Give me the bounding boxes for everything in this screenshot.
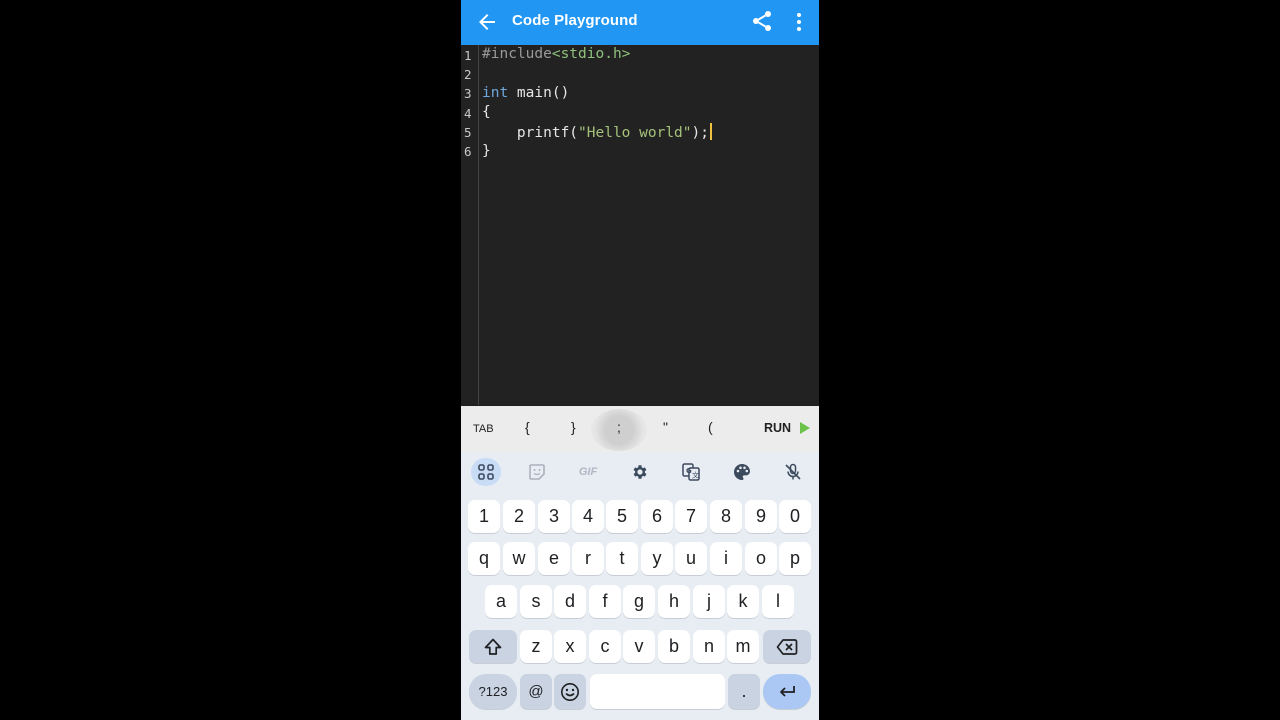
play-icon[interactable] [800,422,810,434]
share-icon[interactable] [750,9,774,33]
string-token: "Hello world" [578,125,692,141]
paren-open-key[interactable]: ( [708,419,713,435]
key-d[interactable]: d [554,585,586,618]
more-vert-icon[interactable] [789,10,809,34]
line-number: 1 [464,48,472,63]
key-p[interactable]: p [779,542,811,575]
key-m[interactable]: m [727,630,759,663]
key-v[interactable]: v [623,630,655,663]
back-arrow-icon[interactable] [475,10,499,34]
text-cursor [710,123,712,140]
symbols-key[interactable]: ?123 [469,674,517,709]
key-r[interactable]: r [572,542,604,575]
keyword-token: int [482,85,509,101]
symbol-bar: TAB { } ; " ( RUN [461,406,819,452]
emoji-icon [561,682,579,701]
key-j[interactable]: j [693,585,725,618]
key-6[interactable]: 6 [641,500,673,533]
key-7[interactable]: 7 [675,500,707,533]
apps-grid-icon[interactable] [471,458,501,486]
key-1[interactable]: 1 [468,500,500,533]
key-b[interactable]: b [658,630,690,663]
key-q[interactable]: q [468,542,500,575]
code-text: ); [691,125,709,141]
key-8[interactable]: 8 [710,500,742,533]
sticker-icon[interactable] [522,460,552,484]
period-key[interactable]: . [728,674,760,709]
code-line-6: } [482,143,491,159]
line-number: 5 [464,125,472,140]
key-h[interactable]: h [658,585,690,618]
code-line-5: printf("Hello world"); [482,123,712,141]
line-number: 4 [464,106,472,121]
mic-off-icon[interactable] [778,460,808,484]
key-y[interactable]: y [641,542,673,575]
key-x[interactable]: x [554,630,586,663]
key-c[interactable]: c [589,630,621,663]
key-u[interactable]: u [675,542,707,575]
code-text: main() [508,85,570,101]
key-a[interactable]: a [485,585,517,618]
code-editor[interactable]: 1 2 3 4 5 6 #include<stdio.h> int main()… [461,45,819,405]
backspace-key[interactable] [763,630,811,663]
tab-key[interactable]: TAB [473,423,494,435]
palette-icon[interactable] [727,460,757,484]
gutter-divider [478,45,479,405]
shift-key[interactable] [469,630,517,663]
key-s[interactable]: s [520,585,552,618]
run-button[interactable]: RUN [764,421,791,435]
at-key[interactable]: @ [520,674,552,709]
key-9[interactable]: 9 [745,500,777,533]
app-bar: Code Playground [461,0,819,45]
code-text: printf( [482,125,579,141]
key-i[interactable]: i [710,542,742,575]
key-w[interactable]: w [503,542,535,575]
key-k[interactable]: k [727,585,759,618]
code-line-1: #include<stdio.h> [482,46,630,62]
key-e[interactable]: e [538,542,570,575]
preprocessor-token: #include [482,46,552,62]
svg-text:文: 文 [692,471,699,480]
key-l[interactable]: l [762,585,794,618]
enter-icon [780,685,795,697]
key-0[interactable]: 0 [779,500,811,533]
key-g[interactable]: g [623,585,655,618]
settings-icon[interactable] [625,460,655,484]
key-t[interactable]: t [606,542,638,575]
backspace-icon [776,638,798,655]
line-number: 3 [464,86,472,101]
translate-icon[interactable]: G文 [676,460,706,484]
semicolon-key[interactable]: ; [617,419,621,435]
key-z[interactable]: z [520,630,552,663]
key-5[interactable]: 5 [606,500,638,533]
shift-icon [484,638,502,655]
emoji-key[interactable] [554,674,586,709]
phone-screen: Code Playground 1 2 3 4 5 6 #include<std… [461,0,819,720]
code-line-3: int main() [482,85,569,101]
enter-key[interactable] [763,674,811,709]
app-title: Code Playground [512,12,638,29]
soft-keyboard: GIF G文 1 2 3 4 5 6 7 8 9 0 q w e r t y u… [461,452,819,720]
include-path-token: <stdio.h> [551,46,631,62]
code-line-4: { [482,104,491,120]
gif-icon[interactable]: GIF [573,460,603,484]
key-3[interactable]: 3 [538,500,570,533]
key-2[interactable]: 2 [503,500,535,533]
brace-open-key[interactable]: { [525,419,530,435]
key-4[interactable]: 4 [572,500,604,533]
brace-close-key[interactable]: } [571,419,576,435]
space-key[interactable] [590,674,725,709]
quote-key[interactable]: " [663,419,668,435]
key-n[interactable]: n [693,630,725,663]
line-number: 2 [464,67,472,82]
key-o[interactable]: o [745,542,777,575]
line-number: 6 [464,144,472,159]
key-f[interactable]: f [589,585,621,618]
